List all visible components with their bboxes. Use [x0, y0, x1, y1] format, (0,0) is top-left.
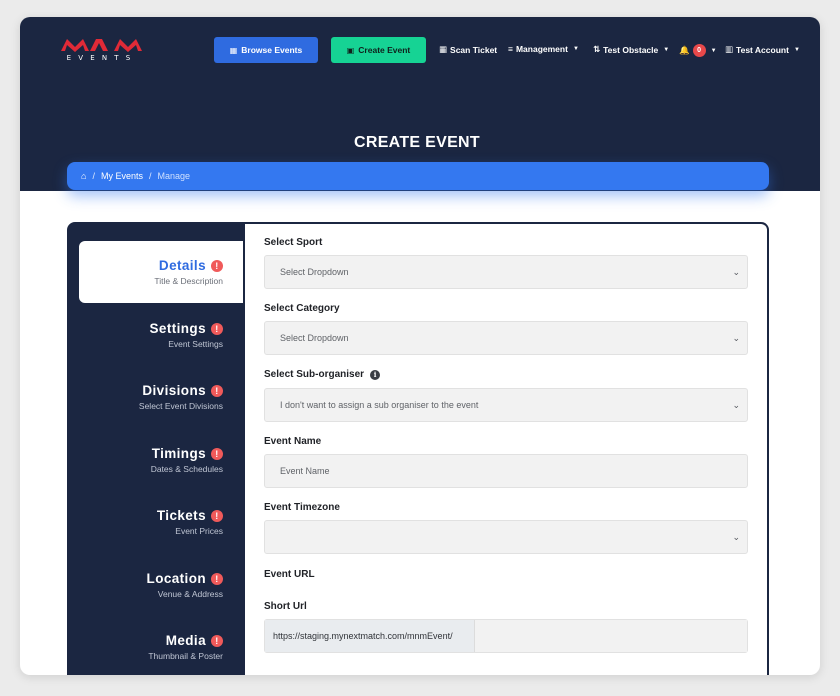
- sport-select[interactable]: Select Dropdown ⌄: [264, 255, 748, 289]
- chevron-down-icon: ▼: [710, 47, 717, 54]
- breadcrumb-current: Manage: [157, 171, 191, 181]
- category-select-value: Select Dropdown: [280, 333, 349, 343]
- sport-label: Select Sport: [264, 237, 323, 248]
- create-event-label: Create Event: [358, 45, 411, 55]
- category-select[interactable]: Select Dropdown ⌄: [264, 321, 748, 355]
- qr-code-icon: ▦: [439, 44, 448, 54]
- breadcrumb-separator: /: [148, 171, 152, 181]
- event-name-input[interactable]: Event Name: [264, 454, 748, 488]
- sport-select-value: Select Dropdown: [280, 267, 349, 277]
- timezone-select[interactable]: ⌄: [264, 520, 748, 554]
- info-icon[interactable]: i: [370, 369, 381, 380]
- sidebar-item-title: Tickets: [156, 508, 206, 523]
- sidebar-item-details[interactable]: Details! Title & Description: [79, 241, 243, 303]
- chevron-down-icon: ▼: [572, 46, 579, 52]
- alert-icon: !: [211, 634, 223, 647]
- event-name-label: Event Name: [264, 436, 322, 447]
- bell-icon: 🔔: [679, 45, 690, 55]
- sidebar-item-divisions[interactable]: Divisions! Select Event Divisions: [79, 366, 243, 428]
- sidebar-item-location[interactable]: Location! Venue & Address: [79, 554, 243, 616]
- brand-logo[interactable]: EVENTS: [61, 37, 143, 63]
- calendar-icon: ▦: [229, 45, 238, 55]
- logo-subtitle: EVENTS: [66, 54, 138, 62]
- logo-mark-icon: [61, 39, 142, 52]
- notifications-menu[interactable]: 🔔 0 ▼: [679, 44, 717, 57]
- sidebar-item-title: Settings: [149, 321, 206, 336]
- obstacle-switcher[interactable]: ⇅ Test Obstacle ▼: [593, 44, 669, 55]
- home-icon[interactable]: ⌂: [81, 171, 86, 181]
- alert-icon: !: [211, 384, 223, 397]
- alert-icon: !: [211, 509, 223, 522]
- alert-icon: !: [211, 322, 223, 335]
- sidebar-item-subtitle: Thumbnail & Poster: [148, 651, 223, 661]
- sub-organiser-label: Select Sub-organiser i: [264, 369, 381, 380]
- breadcrumb-my-events[interactable]: My Events: [101, 171, 143, 181]
- sidebar-item-title: Media: [165, 633, 206, 648]
- breadcrumb: ⌂ / My Events / Manage: [67, 162, 769, 190]
- sub-organiser-select[interactable]: I don't want to assign a sub organiser t…: [264, 388, 748, 422]
- timezone-label: Event Timezone: [264, 502, 340, 513]
- alert-icon: !: [211, 447, 223, 460]
- switch-arrows-icon: ⇅: [593, 44, 601, 54]
- sidebar-item-tickets[interactable]: Tickets! Event Prices: [79, 491, 243, 553]
- sidebar-item-subtitle: Select Event Divisions: [138, 401, 223, 411]
- calendar-plus-icon: ▣: [346, 45, 355, 55]
- app-window: EVENTS ▦ Browse Events ▣ Create Event ▦ …: [20, 17, 820, 675]
- notification-badge: 0: [692, 44, 706, 57]
- menu-lines-icon: ≡: [508, 44, 513, 54]
- sidebar-item-subtitle: Title & Description: [154, 276, 223, 286]
- short-url-field: https://staging.mynextmatch.com/mnmEvent…: [264, 619, 748, 653]
- sidebar-item-media[interactable]: Media! Thumbnail & Poster: [79, 616, 243, 675]
- account-label: Test Account: [736, 44, 789, 55]
- step-sidebar: Details! Title & Description Settings! E…: [67, 222, 245, 675]
- scan-ticket-label: Scan Ticket: [450, 44, 498, 55]
- chevron-down-icon: ⌄: [732, 333, 740, 343]
- management-label: Management: [515, 44, 568, 54]
- management-menu[interactable]: ≡ Management ▼: [508, 44, 579, 54]
- page-title: CREATE EVENT: [354, 134, 480, 151]
- sidebar-item-timings[interactable]: Timings! Dates & Schedules: [79, 429, 243, 491]
- sidebar-item-subtitle: Event Settings: [168, 339, 223, 349]
- short-url-input[interactable]: [475, 620, 747, 652]
- chevron-down-icon: ▼: [793, 46, 800, 53]
- breadcrumb-separator: /: [92, 171, 95, 181]
- create-event-card: Details! Title & Description Settings! E…: [67, 222, 769, 675]
- chevron-down-icon: ⌄: [732, 400, 740, 410]
- browse-events-button[interactable]: ▦ Browse Events: [214, 37, 318, 63]
- sidebar-item-settings[interactable]: Settings! Event Settings: [79, 304, 243, 366]
- chevron-down-icon: ▼: [663, 46, 670, 53]
- browse-events-label: Browse Events: [241, 45, 303, 55]
- scan-ticket-link[interactable]: ▦ Scan Ticket: [439, 44, 497, 55]
- sidebar-item-title: Details: [158, 258, 206, 273]
- event-url-label: Event URL: [264, 569, 315, 580]
- sidebar-item-subtitle: Event Prices: [175, 526, 223, 536]
- obstacle-label: Test Obstacle: [603, 44, 659, 55]
- short-url-label: Short Url: [264, 601, 307, 612]
- sidebar-item-title: Location: [146, 571, 206, 586]
- chevron-down-icon: ⌄: [732, 532, 740, 542]
- category-label: Select Category: [264, 303, 340, 314]
- sidebar-item-subtitle: Dates & Schedules: [150, 464, 223, 474]
- chevron-down-icon: ⌄: [732, 267, 740, 277]
- details-form: Select Sport Select Dropdown ⌄ Select Ca…: [245, 224, 767, 675]
- short-url-prefix: https://staging.mynextmatch.com/mnmEvent…: [265, 620, 475, 652]
- sub-organiser-label-text: Select Sub-organiser: [264, 369, 365, 380]
- alert-icon: !: [211, 572, 223, 585]
- building-icon: ▥: [725, 44, 734, 54]
- event-name-placeholder: Event Name: [280, 466, 330, 476]
- account-menu[interactable]: ▥ Test Account ▼: [725, 44, 800, 55]
- sidebar-item-title: Timings: [151, 446, 206, 461]
- sidebar-item-subtitle: Venue & Address: [157, 589, 223, 599]
- sidebar-item-title: Divisions: [142, 383, 206, 398]
- sub-organiser-select-value: I don't want to assign a sub organiser t…: [280, 400, 479, 410]
- alert-icon: !: [211, 259, 223, 272]
- create-event-button[interactable]: ▣ Create Event: [331, 37, 426, 63]
